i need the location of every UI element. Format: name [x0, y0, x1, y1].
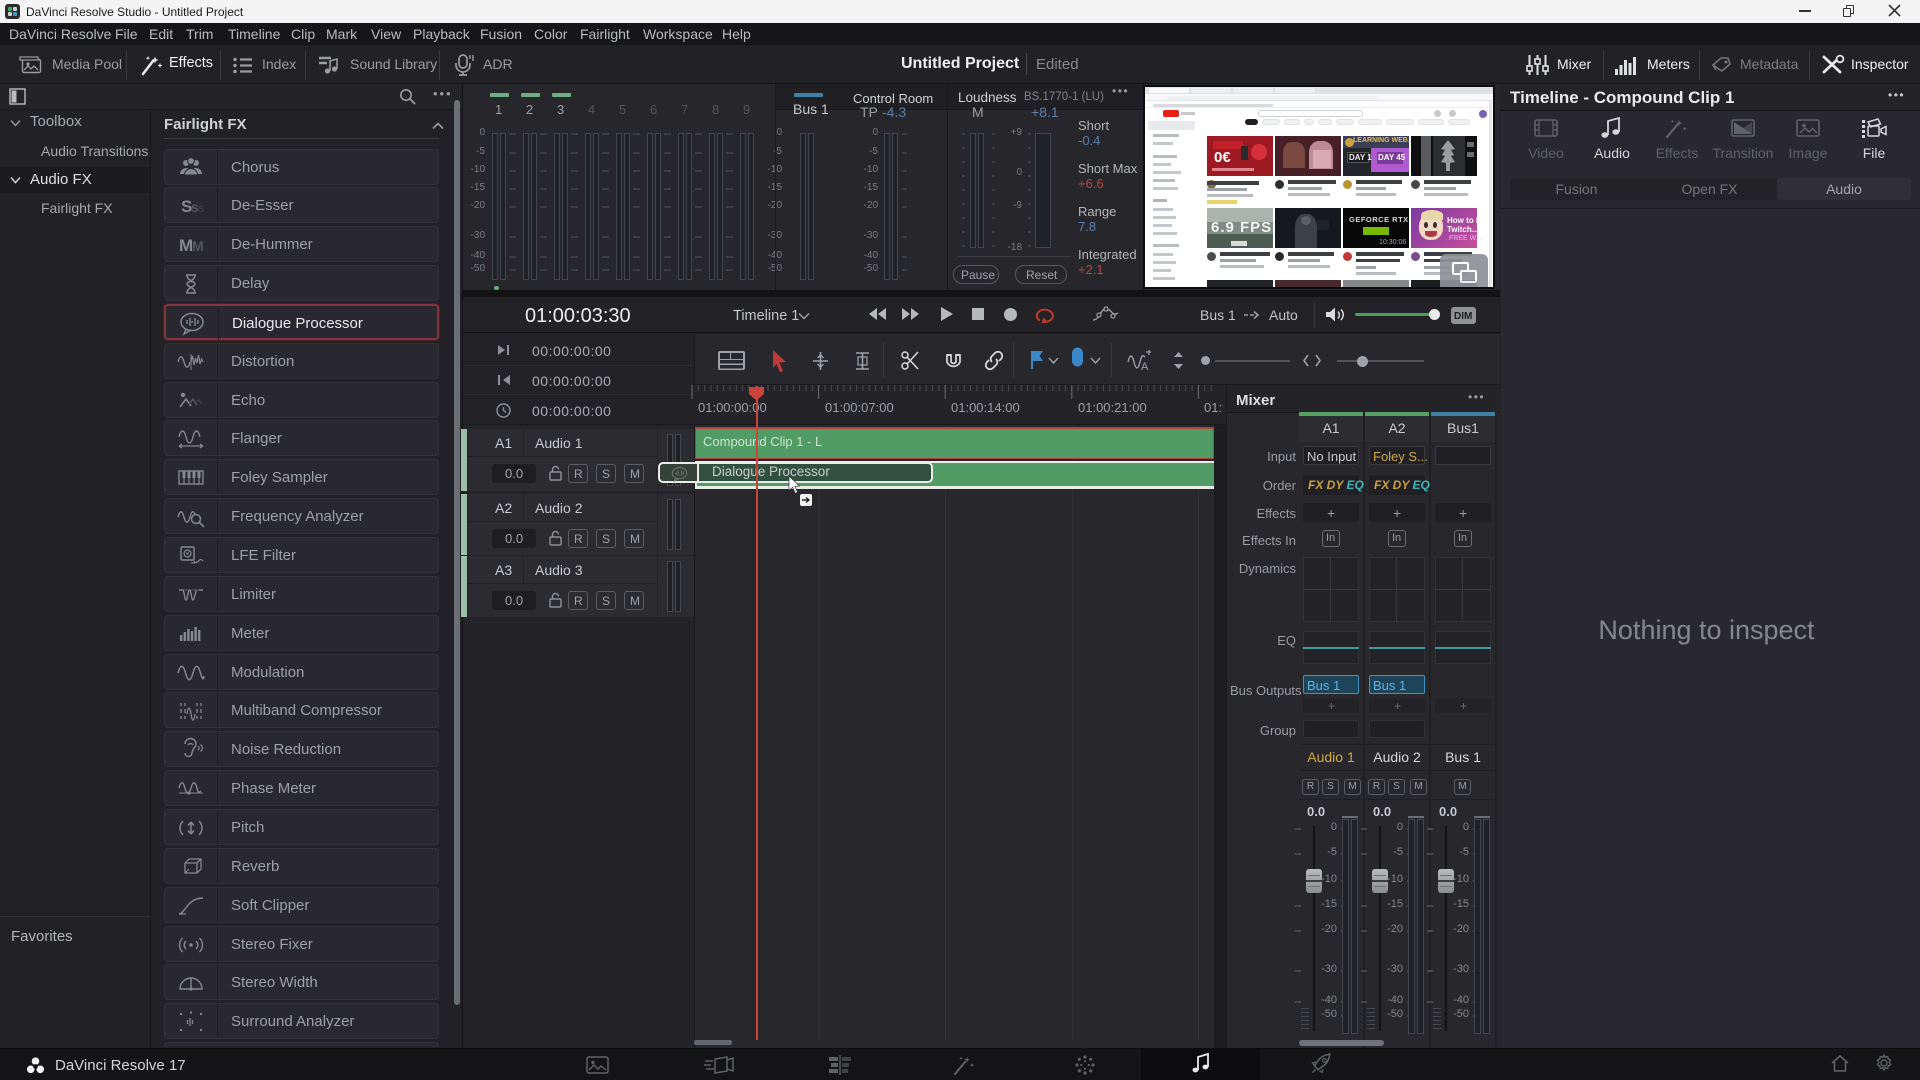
svg-text:M: M — [192, 238, 204, 254]
svg-text:A: A — [1141, 361, 1149, 373]
svg-text:s: s — [198, 201, 205, 215]
